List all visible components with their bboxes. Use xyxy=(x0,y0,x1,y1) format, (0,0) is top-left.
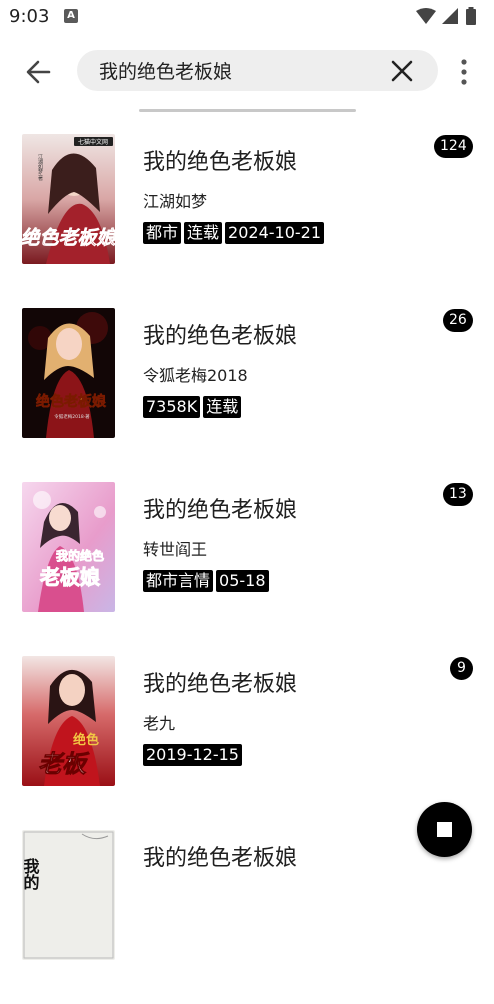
more-options-button[interactable] xyxy=(452,58,476,86)
signal-icon xyxy=(442,8,458,24)
status-bar: 9:03 A xyxy=(0,0,494,36)
book-cover: 绝色 老板 xyxy=(22,656,115,786)
tag-word-count: 7358K xyxy=(143,396,201,418)
book-author: 转世阎王 xyxy=(143,540,208,559)
book-cover: 我的绝色 老板娘 xyxy=(22,482,115,612)
cover-title-text: 老板 xyxy=(38,749,90,778)
count-badge: 26 xyxy=(443,309,473,332)
cover-title-text: 绝色老板娘 xyxy=(36,393,107,410)
wifi-icon xyxy=(416,8,436,24)
back-button[interactable] xyxy=(20,54,56,90)
book-result-item[interactable]: 我的 我的绝色老板娘 xyxy=(0,830,494,1004)
book-title: 我的绝色老板娘 xyxy=(143,846,298,871)
tag-category: 都市言情 xyxy=(143,570,214,592)
drag-handle[interactable] xyxy=(139,109,356,112)
cover-small-text: 江湖如梦·著 xyxy=(37,153,43,182)
cover-small-text: 绝色 xyxy=(73,732,99,748)
stop-icon xyxy=(437,822,452,837)
cover-small-text: 令狐老梅2018·著 xyxy=(54,413,90,420)
battery-icon xyxy=(466,7,476,25)
book-cover: 七猫中文网 江湖如梦·著 绝色老板娘 xyxy=(22,134,115,264)
book-title: 我的绝色老板娘 xyxy=(143,672,298,697)
stop-fab-button[interactable] xyxy=(417,802,472,857)
count-badge: 9 xyxy=(450,657,473,680)
book-tags: 2019-12-15 xyxy=(143,744,245,766)
tag-date: 05-18 xyxy=(216,570,269,592)
tag-date: 2024-10-21 xyxy=(225,222,325,244)
book-result-item[interactable]: 我的绝色 老板娘 我的绝色老板娘 转世阎王 都市言情 05-18 13 xyxy=(0,482,494,656)
book-title: 我的绝色老板娘 xyxy=(143,324,298,349)
search-toolbar xyxy=(0,40,494,102)
status-icons xyxy=(414,7,482,31)
book-author: 老九 xyxy=(143,714,176,733)
book-author: 令狐老梅2018 xyxy=(143,366,248,385)
book-title: 我的绝色老板娘 xyxy=(143,498,298,523)
more-vert-icon xyxy=(461,59,467,85)
book-tags: 7358K 连载 xyxy=(143,396,244,418)
cover-small-text: 我的绝色 xyxy=(56,548,104,563)
tag-category: 都市 xyxy=(143,222,182,244)
cover-title-text: 老板娘 xyxy=(40,565,100,589)
book-result-item[interactable]: 绝色老板娘 令狐老梅2018·著 我的绝色老板娘 令狐老梅2018 7358K 连… xyxy=(0,308,494,482)
search-box[interactable] xyxy=(77,50,438,91)
count-badge: 13 xyxy=(443,483,473,506)
close-icon xyxy=(391,60,413,82)
status-time: 9:03 xyxy=(9,6,50,27)
book-result-item[interactable]: 七猫中文网 江湖如梦·著 绝色老板娘 我的绝色老板娘 江湖如梦 都市 连载 2024… xyxy=(0,134,494,308)
book-cover: 我的 xyxy=(22,830,115,960)
notification-icon: A xyxy=(64,9,78,23)
clear-search-button[interactable] xyxy=(390,59,414,83)
book-title: 我的绝色老板娘 xyxy=(143,150,298,175)
book-author: 江湖如梦 xyxy=(143,192,208,211)
screen-edge xyxy=(490,0,494,878)
cover-title-text: 我的 xyxy=(22,857,40,891)
book-cover: 绝色老板娘 令狐老梅2018·著 xyxy=(22,308,115,438)
tag-date: 2019-12-15 xyxy=(143,744,242,766)
book-result-item[interactable]: 绝色 老板 我的绝色老板娘 老九 2019-12-15 9 xyxy=(0,656,494,830)
count-badge: 124 xyxy=(434,135,473,158)
cover-title-text: 绝色老板娘 xyxy=(22,227,115,249)
search-input[interactable] xyxy=(99,58,369,82)
book-tags: 都市 连载 2024-10-21 xyxy=(143,222,327,244)
arrow-left-icon xyxy=(26,60,51,84)
tag-status: 连载 xyxy=(184,222,223,244)
tag-status: 连载 xyxy=(203,396,242,418)
book-tags: 都市言情 05-18 xyxy=(143,570,272,592)
cover-top-text: 七猫中文网 xyxy=(78,138,108,146)
